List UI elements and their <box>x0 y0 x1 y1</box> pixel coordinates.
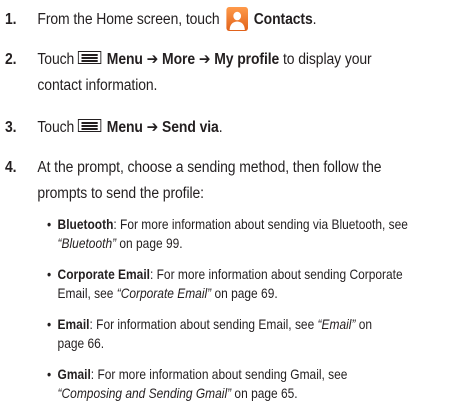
document-page: 1. From the Home screen, touch Contacts. … <box>0 0 468 407</box>
page-reference: on page 99. <box>116 236 183 251</box>
menu-label: Menu <box>106 51 143 68</box>
more-label: More <box>162 51 196 68</box>
method-term: Bluetooth <box>57 217 114 232</box>
method-text: : For information about sending Email, s… <box>89 317 318 332</box>
method-term: Email <box>57 317 90 332</box>
step-text: Touch <box>37 119 75 136</box>
list-item: • Corporate Email: For more information … <box>47 265 461 303</box>
page-reference: on <box>355 317 373 332</box>
menu-key-icon <box>77 51 102 65</box>
step-2: 2. Touch Menu ➔ More ➔ My profile to dis… <box>5 47 419 99</box>
sending-method-list: • Bluetooth: For more information about … <box>47 215 461 415</box>
step-number: 4. <box>5 159 17 176</box>
step-text: At the prompt, choose a sending method, … <box>37 159 382 176</box>
my-profile-label: My profile <box>214 51 280 68</box>
menu-label: Menu <box>106 119 143 136</box>
page-reference-cont: page 66. <box>57 336 105 351</box>
arrow-icon: ➔ <box>198 51 211 68</box>
bullet-dot: • <box>47 317 52 332</box>
step-text: Touch <box>37 51 75 68</box>
menu-key-icon <box>77 119 102 133</box>
step-number: 1. <box>5 11 17 28</box>
method-term: Gmail <box>57 367 91 382</box>
step-1: 1. From the Home screen, touch Contacts. <box>5 6 419 33</box>
method-text-cont: Email, see <box>57 286 117 301</box>
cross-reference-link[interactable]: “Composing and Sending Gmail” <box>58 386 232 401</box>
contacts-label: Contacts <box>253 11 313 28</box>
step-3: 3. Touch Menu ➔ Send via. <box>5 115 419 141</box>
bullet-dot: • <box>47 217 52 232</box>
list-item: • Email: For information about sending E… <box>47 315 461 353</box>
step-number: 2. <box>5 51 17 68</box>
arrow-icon: ➔ <box>146 51 159 68</box>
step-4: 4. At the prompt, choose a sending metho… <box>5 155 419 207</box>
cross-reference-link[interactable]: “Bluetooth” <box>58 236 117 251</box>
method-text: : For more information about sending via… <box>113 217 408 232</box>
bullet-dot: • <box>47 367 52 382</box>
step-text: From the Home screen, touch <box>37 11 220 28</box>
step-text-end: . <box>312 11 317 28</box>
cross-reference-link[interactable]: “Corporate Email” <box>117 286 211 301</box>
method-text: : For more information about sending Gma… <box>90 367 348 382</box>
list-item: • Gmail: For more information about send… <box>47 365 461 403</box>
method-term: Corporate Email <box>57 267 150 282</box>
bullet-dot: • <box>47 267 52 282</box>
method-text: : For more information about sending Cor… <box>149 267 403 282</box>
list-item: • Bluetooth: For more information about … <box>47 215 461 253</box>
step-number: 3. <box>5 119 17 136</box>
step-text-end: to display your <box>283 51 372 68</box>
cross-reference-link[interactable]: “Email” <box>318 317 356 332</box>
step-text-end: . <box>218 119 223 136</box>
page-reference: on page 65. <box>231 386 298 401</box>
send-via-label: Send via <box>162 119 219 136</box>
arrow-icon: ➔ <box>146 119 159 136</box>
page-reference: on page 69. <box>211 286 278 301</box>
contacts-app-icon <box>226 6 249 31</box>
step-text-line2: contact information. <box>37 77 158 94</box>
step-text-line2: prompts to send the profile: <box>37 185 204 202</box>
